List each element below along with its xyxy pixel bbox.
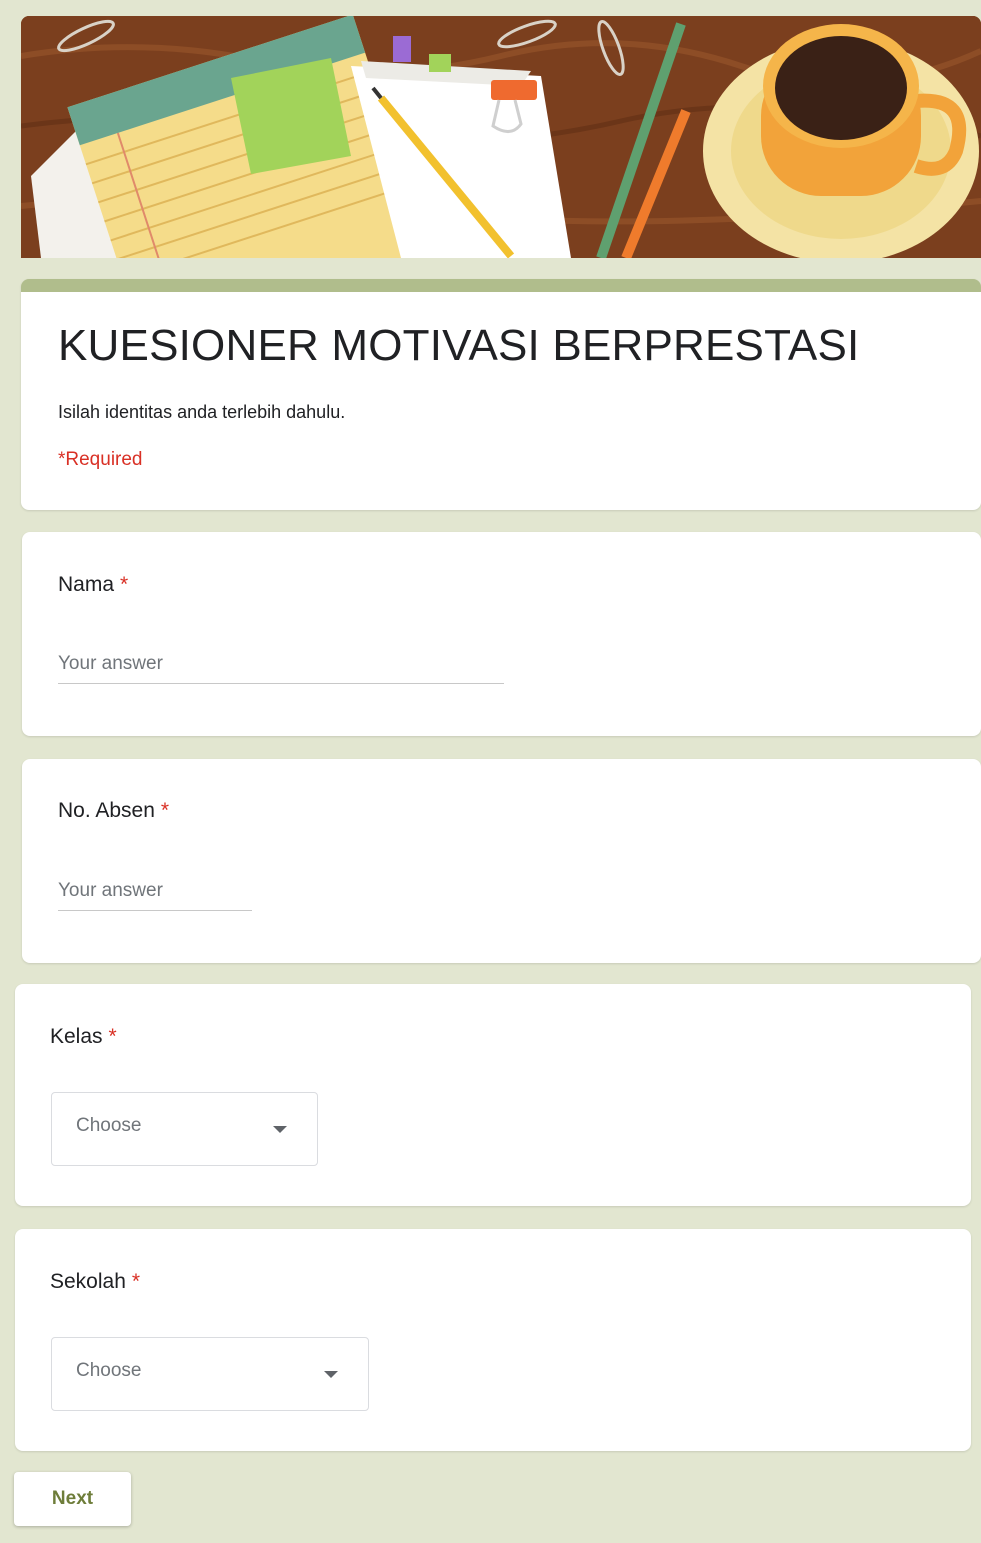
desk-illustration — [21, 16, 981, 258]
question-label: Sekolah — [50, 1270, 126, 1293]
form-title: KUESIONER MOTIVASI BERPRESTASI — [58, 321, 860, 370]
nama-input[interactable] — [58, 653, 504, 684]
chevron-down-icon — [324, 1371, 338, 1378]
required-asterisk: * — [160, 799, 170, 822]
required-asterisk: * — [131, 1270, 141, 1293]
question-title: Kelas * — [50, 1025, 117, 1049]
question-label: Nama — [58, 573, 115, 596]
question-card-no-absen: No. Absen * — [22, 759, 981, 963]
question-card-kelas: Kelas * Choose — [15, 984, 971, 1206]
kelas-dropdown[interactable]: Choose — [51, 1092, 318, 1166]
no-absen-input[interactable] — [58, 880, 252, 911]
question-label: Kelas — [50, 1025, 103, 1048]
question-card-sekolah: Sekolah * Choose — [15, 1229, 971, 1451]
required-note: *Required — [58, 449, 143, 470]
required-asterisk: * — [108, 1025, 117, 1048]
required-asterisk: * — [120, 573, 129, 596]
question-title: Nama * — [58, 573, 128, 597]
question-label: No. Absen — [58, 799, 155, 822]
dropdown-value: Choose — [76, 1115, 142, 1136]
header-banner-image — [21, 16, 981, 258]
question-title: Sekolah * — [50, 1270, 140, 1294]
question-card-nama: Nama * — [22, 532, 981, 736]
form-header-card: KUESIONER MOTIVASI BERPRESTASI Isilah id… — [21, 279, 981, 510]
sekolah-dropdown[interactable]: Choose — [51, 1337, 369, 1411]
dropdown-value: Choose — [76, 1360, 142, 1381]
question-title: No. Absen * — [58, 799, 169, 823]
next-button[interactable]: Next — [14, 1472, 131, 1526]
chevron-down-icon — [273, 1126, 287, 1133]
form-description: Isilah identitas anda terlebih dahulu. — [58, 402, 346, 422]
